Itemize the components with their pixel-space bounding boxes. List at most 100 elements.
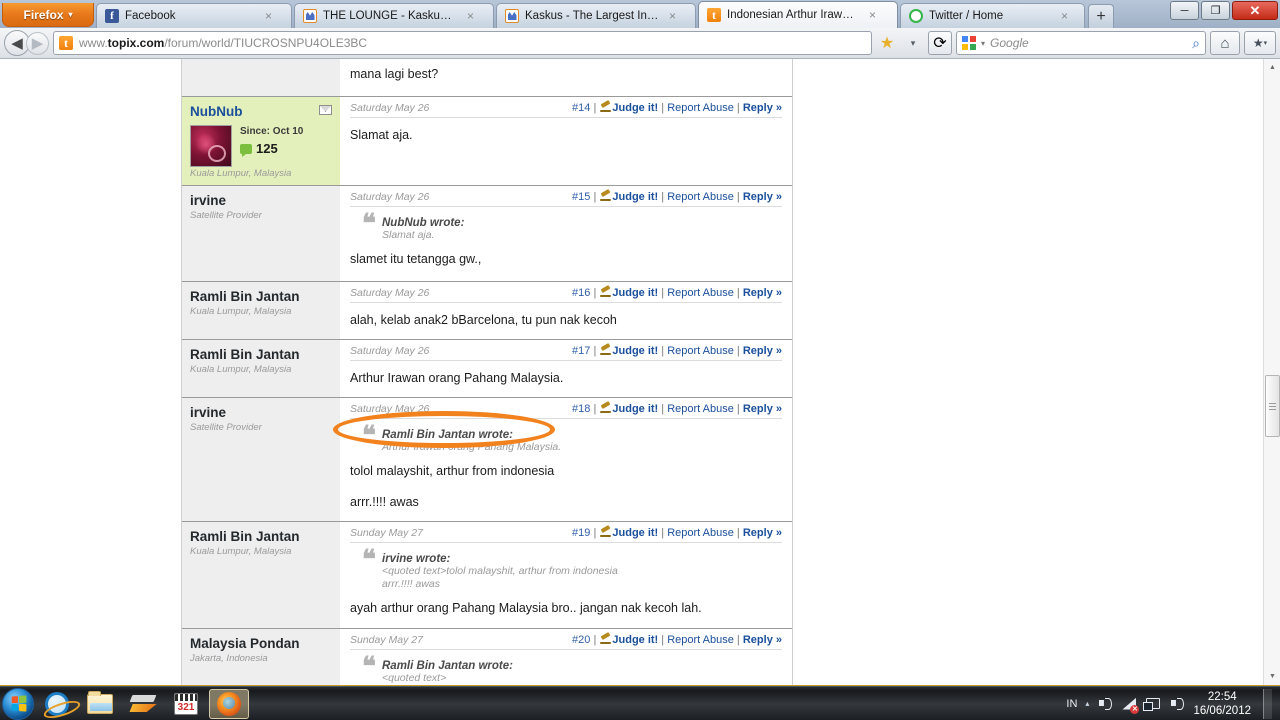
new-tab-button[interactable]: + — [1088, 4, 1114, 28]
tab-indonesian-arthur-irawan[interactable]: t Indonesian Arthur Irawan called... × — [698, 1, 898, 28]
quoted-text: ❝ irvine wrote: <quoted text>tolol malay… — [350, 545, 782, 591]
taskbar-windows-explorer[interactable] — [80, 689, 120, 719]
report-abuse-link[interactable]: Report Abuse — [667, 634, 734, 646]
report-abuse-link[interactable]: Report Abuse — [667, 345, 734, 357]
reply-link[interactable]: Reply » — [743, 634, 782, 646]
volume-icon[interactable] — [1097, 696, 1113, 712]
tab-the-lounge-kaskus[interactable]: THE LOUNGE - Kaskus - The La... × — [294, 3, 494, 28]
quote-mark-icon: ❝ — [362, 421, 376, 450]
scroll-down-arrow-icon[interactable]: ▼ — [1264, 668, 1280, 685]
show-desktop-button[interactable] — [1263, 688, 1272, 719]
mail-icon[interactable] — [319, 105, 332, 115]
clock[interactable]: 22:54 16/06/2012 — [1193, 690, 1251, 718]
report-abuse-link[interactable]: Report Abuse — [667, 527, 734, 539]
taskbar-winamp[interactable] — [123, 689, 163, 719]
forward-button[interactable]: ▶ — [26, 31, 49, 55]
reply-link[interactable]: Reply » — [743, 527, 782, 539]
quote-line: <quoted text>tolol malayshit, arthur fro… — [382, 565, 618, 577]
post-author[interactable]: Ramli Bin Jantan — [190, 289, 332, 305]
vertical-scrollbar[interactable]: ▲ ▼ — [1263, 59, 1280, 685]
action-center-icon[interactable] — [1143, 696, 1161, 712]
chevron-down-icon[interactable]: ▾ — [902, 32, 924, 54]
post-author[interactable]: NubNub — [190, 104, 332, 120]
post-body: Saturday May 26 #15 | Judge it! | Report… — [340, 186, 792, 281]
search-icon[interactable]: ⌕ — [1192, 35, 1200, 52]
quote-author: irvine wrote: — [382, 553, 451, 565]
post-text: Slamat aja. — [350, 128, 413, 142]
close-window-button[interactable]: ✕ — [1232, 1, 1278, 20]
firefox-menu-button[interactable]: Firefox ▾ — [2, 3, 94, 27]
close-icon[interactable]: × — [1061, 9, 1068, 23]
network-icon[interactable]: ✕ — [1121, 696, 1140, 714]
tab-kaskus-largest[interactable]: Kaskus - The Largest Indonesia... × — [496, 3, 696, 28]
show-hidden-icons-caret-icon[interactable]: ▴ — [1085, 699, 1089, 708]
close-icon[interactable]: × — [467, 9, 474, 23]
post-actions: #19 | Judge it! | Report Abuse | Reply » — [572, 527, 782, 539]
post-author[interactable]: Ramli Bin Jantan — [190, 347, 332, 363]
post-author[interactable]: irvine — [190, 193, 332, 209]
close-icon[interactable]: × — [869, 8, 876, 22]
search-placeholder: Google — [990, 36, 1029, 50]
judge-it-link[interactable]: Judge it! — [612, 287, 658, 299]
window-controls: ─ ❐ ✕ — [1170, 1, 1278, 20]
quote-author: Ramli Bin Jantan wrote: — [382, 429, 513, 441]
judge-it-link[interactable]: Judge it! — [612, 191, 658, 203]
home-button[interactable]: ⌂ — [1210, 31, 1240, 55]
post-number: #15 — [572, 191, 591, 203]
maximize-button[interactable]: ❐ — [1201, 1, 1230, 20]
reload-button[interactable]: ⟳ — [928, 31, 952, 55]
tab-twitter-home[interactable]: Twitter / Home × — [900, 3, 1085, 28]
post-author[interactable]: irvine — [190, 405, 332, 421]
url-bar[interactable]: t www.topix.com/forum/world/TIUCROSNPU4O… — [53, 31, 872, 55]
search-input[interactable]: ▾ Google ⌕ — [956, 31, 1206, 55]
reply-link[interactable]: Reply » — [743, 345, 782, 357]
quote-line: <quoted text> — [382, 672, 447, 684]
taskbar-klite-codec[interactable]: 321 — [166, 689, 206, 719]
post-author[interactable]: Ramli Bin Jantan — [190, 529, 332, 545]
bookmarks-button[interactable]: ★ ▾ — [1244, 31, 1276, 55]
taskbar-firefox[interactable] — [209, 688, 249, 719]
gavel-icon — [600, 191, 612, 201]
post-item: Ramli Bin Jantan Kuala Lumpur, Malaysia … — [182, 522, 792, 629]
scroll-up-arrow-icon[interactable]: ▲ — [1264, 59, 1280, 76]
report-abuse-link[interactable]: Report Abuse — [667, 287, 734, 299]
language-indicator[interactable]: IN — [1066, 698, 1077, 710]
quoted-text: ❝ Ramli Bin Jantan wrote: Arthur Irawan … — [350, 421, 782, 454]
post-author[interactable]: Malaysia Pondan — [190, 636, 332, 652]
post-date: Saturday May 26 — [350, 287, 430, 299]
report-abuse-link[interactable]: Report Abuse — [667, 102, 734, 114]
clock-date: 16/06/2012 — [1193, 704, 1251, 717]
judge-it-link[interactable]: Judge it! — [612, 527, 658, 539]
judge-it-link[interactable]: Judge it! — [612, 403, 658, 415]
reply-link[interactable]: Reply » — [743, 287, 782, 299]
post-header: Saturday May 26 #14 | Judge it! | Report… — [350, 102, 782, 118]
post-text: Arthur Irawan orang Pahang Malaysia. — [350, 371, 564, 385]
member-since: Since: Oct 10 — [240, 126, 304, 137]
speaker-icon[interactable] — [1169, 696, 1185, 712]
quote-mark-icon: ❝ — [362, 545, 376, 574]
post-sidebar — [182, 59, 340, 96]
tab-facebook[interactable]: f Facebook × — [96, 3, 292, 28]
judge-it-link[interactable]: Judge it! — [612, 345, 658, 357]
report-abuse-link[interactable]: Report Abuse — [667, 191, 734, 203]
post-count-badge: 125 — [240, 141, 303, 157]
taskbar-internet-explorer[interactable] — [37, 689, 77, 719]
chevron-down-icon[interactable]: ▾ — [981, 39, 985, 48]
judge-it-link[interactable]: Judge it! — [612, 634, 658, 646]
author-location: Satellite Provider — [190, 422, 262, 433]
reply-link[interactable]: Reply » — [743, 102, 782, 114]
post-header: Saturday May 26 #17 | Judge it! | Report… — [350, 345, 782, 361]
reply-link[interactable]: Reply » — [743, 191, 782, 203]
close-icon[interactable]: × — [265, 9, 272, 23]
speech-bubble-icon — [240, 143, 252, 157]
start-button[interactable] — [2, 687, 34, 720]
judge-it-link[interactable]: Judge it! — [612, 102, 658, 114]
minimize-button[interactable]: ─ — [1170, 1, 1199, 20]
bookmark-star-icon[interactable]: ★ — [876, 32, 898, 54]
report-abuse-link[interactable]: Report Abuse — [667, 403, 734, 415]
scrollbar-thumb[interactable] — [1265, 375, 1280, 437]
post-body: Saturday May 26 #17 | Judge it! | Report… — [340, 340, 792, 397]
tab-strip: Firefox ▾ f Facebook × THE LOUNGE - Kask… — [0, 0, 1280, 28]
close-icon[interactable]: × — [669, 9, 676, 23]
reply-link[interactable]: Reply » — [743, 403, 782, 415]
